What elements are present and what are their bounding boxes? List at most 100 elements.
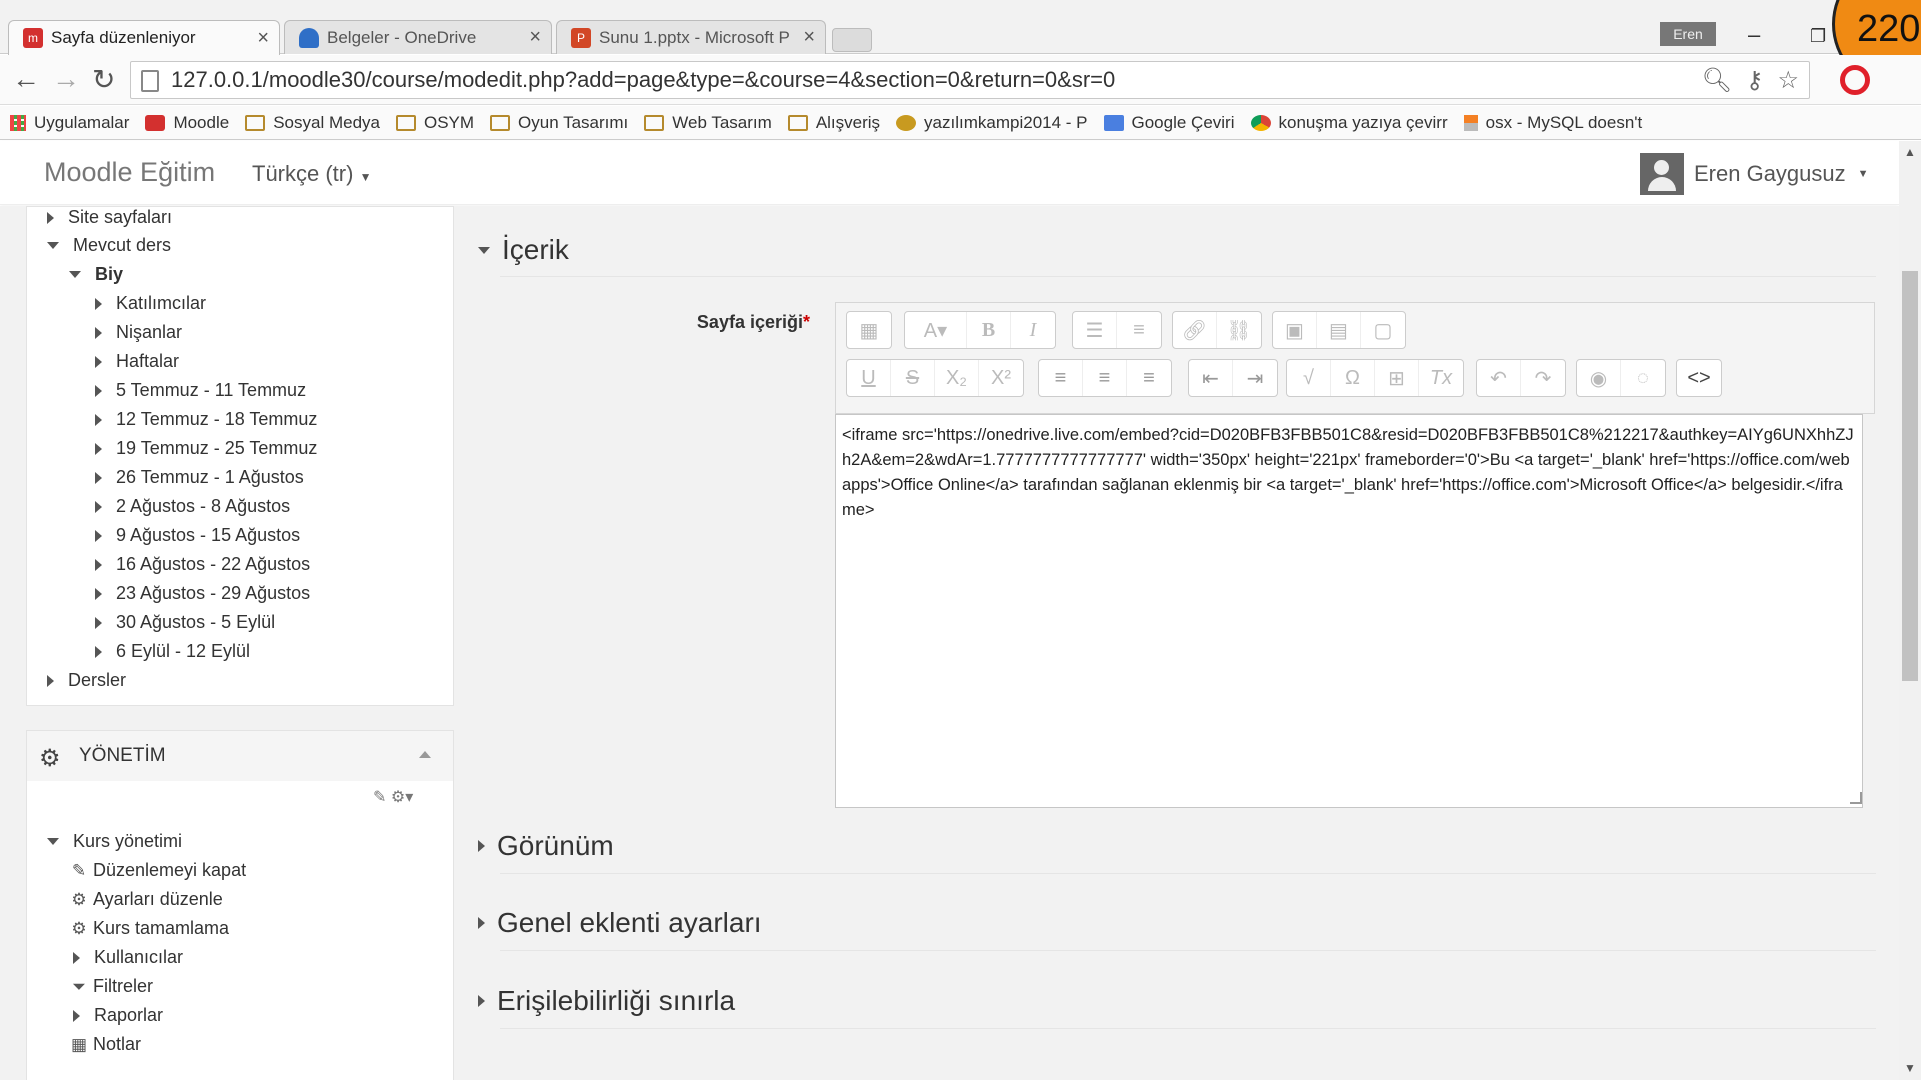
forward-icon[interactable]: →	[52, 63, 80, 95]
clear-format-icon[interactable]: Tx	[1419, 360, 1463, 396]
bookmark-folder-oyun-tasarimi[interactable]: Oyun Tasarımı	[490, 113, 628, 133]
table-icon[interactable]: ⊞	[1375, 360, 1419, 396]
new-tab-button[interactable]	[832, 28, 872, 52]
italic-icon[interactable]: I	[1011, 312, 1055, 348]
user-menu[interactable]: Eren Gaygusuz ▼	[1640, 153, 1869, 195]
special-char-icon[interactable]: Ω	[1331, 360, 1375, 396]
scrollbar-thumb[interactable]	[1902, 271, 1918, 681]
equation-icon[interactable]: √	[1287, 360, 1331, 396]
screenreader-helper-icon[interactable]: ◌	[1621, 360, 1665, 396]
nav-item[interactable]: 30 Ağustos - 5 Eylül	[95, 612, 275, 633]
admin-item-users[interactable]: Kullanıcılar	[73, 947, 183, 968]
scroll-up-icon[interactable]: ▲	[1904, 145, 1916, 159]
nav-current-course[interactable]: Mevcut ders	[47, 235, 171, 256]
nav-item[interactable]: 2 Ağustos - 8 Ağustos	[95, 496, 290, 517]
nav-item[interactable]: 12 Temmuz - 18 Temmuz	[95, 409, 317, 430]
unlink-icon[interactable]: ⛓	[1217, 312, 1261, 348]
bookmark-konusma[interactable]: konuşma yazıya çevirr	[1250, 113, 1448, 133]
url-input[interactable]: 127.0.0.1/moodle30/course/modedit.php?ad…	[130, 61, 1810, 99]
bookmark-folder-alisveris[interactable]: Alışveriş	[787, 113, 880, 133]
page-scrollbar[interactable]: ▲ ▼	[1899, 141, 1921, 1080]
admin-item-settings[interactable]: ⚙ Ayarları düzenle	[69, 889, 222, 910]
nav-item[interactable]: 9 Ağustos - 15 Ağustos	[95, 525, 300, 546]
align-right-icon[interactable]: ≡	[1127, 360, 1171, 396]
key-icon[interactable]: ⚷	[1746, 66, 1764, 95]
section-content-header[interactable]: İçerik	[478, 234, 569, 266]
browser-user-chip[interactable]: Eren	[1660, 22, 1716, 46]
link-icon[interactable]: 🔗︎	[1173, 312, 1217, 348]
superscript-icon[interactable]: X²	[979, 360, 1023, 396]
reload-icon[interactable]: ↻	[92, 63, 115, 96]
nav-item[interactable]: Haftalar	[95, 351, 179, 372]
accessibility-checker-icon[interactable]: ◉	[1577, 360, 1621, 396]
admin-item-edit-off[interactable]: ✎ Düzenlemeyi kapat	[69, 860, 246, 881]
nav-item[interactable]: Nişanlar	[95, 322, 182, 343]
bookmark-folder-web-tasarim[interactable]: Web Tasarım	[644, 113, 772, 133]
caret-down-icon: ▼	[359, 170, 372, 184]
section-common-module-settings-header[interactable]: Genel eklenti ayarları	[478, 907, 762, 939]
section-restrict-access-header[interactable]: Erişilebilirliği sınırla	[478, 985, 735, 1017]
admin-item-filters[interactable]: ⏷ Filtreler	[69, 976, 153, 997]
admin-course-admin[interactable]: Kurs yönetimi	[47, 831, 182, 852]
back-icon[interactable]: ←	[12, 63, 40, 95]
section-appearance-header[interactable]: Görünüm	[478, 830, 614, 862]
restore-icon[interactable]: ❐	[1810, 26, 1826, 47]
nav-item[interactable]: 26 Temmuz - 1 Ağustos	[95, 467, 304, 488]
close-icon[interactable]: ×	[529, 26, 541, 49]
subscript-icon[interactable]: X₂	[935, 360, 979, 396]
html-source-icon[interactable]: <>	[1677, 360, 1721, 396]
redo-icon[interactable]: ↷	[1521, 360, 1565, 396]
paragraph-style-icon[interactable]: A▾	[905, 312, 967, 348]
nav-item[interactable]: 16 Ağustos - 22 Ağustos	[95, 554, 310, 575]
tab-sayfa-duzenleniyor[interactable]: m Sayfa düzenleniyor ×	[8, 20, 280, 55]
bold-icon[interactable]: B	[967, 312, 1011, 348]
media-icon[interactable]: ▤	[1317, 312, 1361, 348]
nav-courses[interactable]: Dersler	[47, 670, 126, 691]
nav-item[interactable]: 5 Temmuz - 11 Temmuz	[95, 380, 306, 401]
nav-site-pages[interactable]: Site sayfaları	[47, 207, 172, 228]
language-menu[interactable]: Türkçe (tr) ▼	[252, 161, 371, 187]
nav-item[interactable]: 23 Ağustos - 29 Ağustos	[95, 583, 310, 604]
bookmark-google-ceviri[interactable]: Google Çeviri	[1103, 113, 1235, 133]
toolbar-toggle-icon[interactable]: ▦	[847, 312, 891, 348]
nav-item[interactable]: 6 Eylül - 12 Eylül	[95, 641, 250, 662]
indent-icon[interactable]: ⇥	[1233, 360, 1277, 396]
image-icon[interactable]: ▣	[1273, 312, 1317, 348]
page-content-html-editor[interactable]: <iframe src='https://onedrive.live.com/e…	[835, 414, 1863, 808]
undo-icon[interactable]: ↶	[1477, 360, 1521, 396]
scroll-down-icon[interactable]: ▼	[1904, 1061, 1916, 1075]
admin-item-reports[interactable]: Raporlar	[73, 1005, 163, 1026]
zoom-icon[interactable]: 🔍︎	[1701, 66, 1731, 95]
administration-header[interactable]: ⚙ YÖNETİM	[27, 731, 453, 781]
admin-item-grades[interactable]: ▦ Notlar	[69, 1034, 141, 1055]
close-icon[interactable]: ×	[257, 27, 269, 50]
site-brand[interactable]: Moodle Eğitim	[44, 157, 215, 188]
underline-icon[interactable]: U	[847, 360, 891, 396]
star-icon[interactable]: ☆	[1777, 66, 1799, 95]
admin-item-completion[interactable]: ⚙ Kurs tamamlama	[69, 918, 229, 939]
opera-icon[interactable]	[1840, 65, 1870, 95]
align-center-icon[interactable]: ≡	[1083, 360, 1127, 396]
unordered-list-icon[interactable]: ☰	[1073, 312, 1117, 348]
minimize-icon[interactable]: –	[1748, 22, 1760, 48]
manage-files-icon[interactable]: ▢	[1361, 312, 1405, 348]
resize-handle-icon[interactable]	[1850, 792, 1862, 804]
bookmark-folder-sosyal-medya[interactable]: Sosyal Medya	[245, 113, 380, 133]
bookmark-yazilimkampi[interactable]: yazılımkampi2014 - P	[896, 113, 1088, 133]
bookmark-moodle[interactable]: Moodle	[145, 113, 229, 133]
tab-onedrive[interactable]: Belgeler - OneDrive ×	[284, 20, 552, 54]
close-icon[interactable]: ×	[803, 26, 815, 49]
collapse-icon[interactable]	[419, 751, 431, 758]
outdent-icon[interactable]: ⇤	[1189, 360, 1233, 396]
nav-course-biy[interactable]: Biy	[69, 264, 123, 285]
align-left-icon[interactable]: ≡	[1039, 360, 1083, 396]
strikethrough-icon[interactable]: S	[891, 360, 935, 396]
ordered-list-icon[interactable]: ≡	[1117, 312, 1161, 348]
bookmark-osx-mysql[interactable]: osx - MySQL doesn't	[1463, 113, 1642, 133]
tab-powerpoint[interactable]: P Sunu 1.pptx - Microsoft P ×	[556, 20, 826, 54]
bookmark-apps[interactable]: Uygulamalar	[10, 113, 129, 133]
nav-item[interactable]: Katılımcılar	[95, 293, 206, 314]
block-actions-icon[interactable]: ✎ ⚙▾	[373, 787, 413, 807]
bookmark-folder-osym[interactable]: OSYM	[395, 113, 474, 133]
nav-item[interactable]: 19 Temmuz - 25 Temmuz	[95, 438, 317, 459]
